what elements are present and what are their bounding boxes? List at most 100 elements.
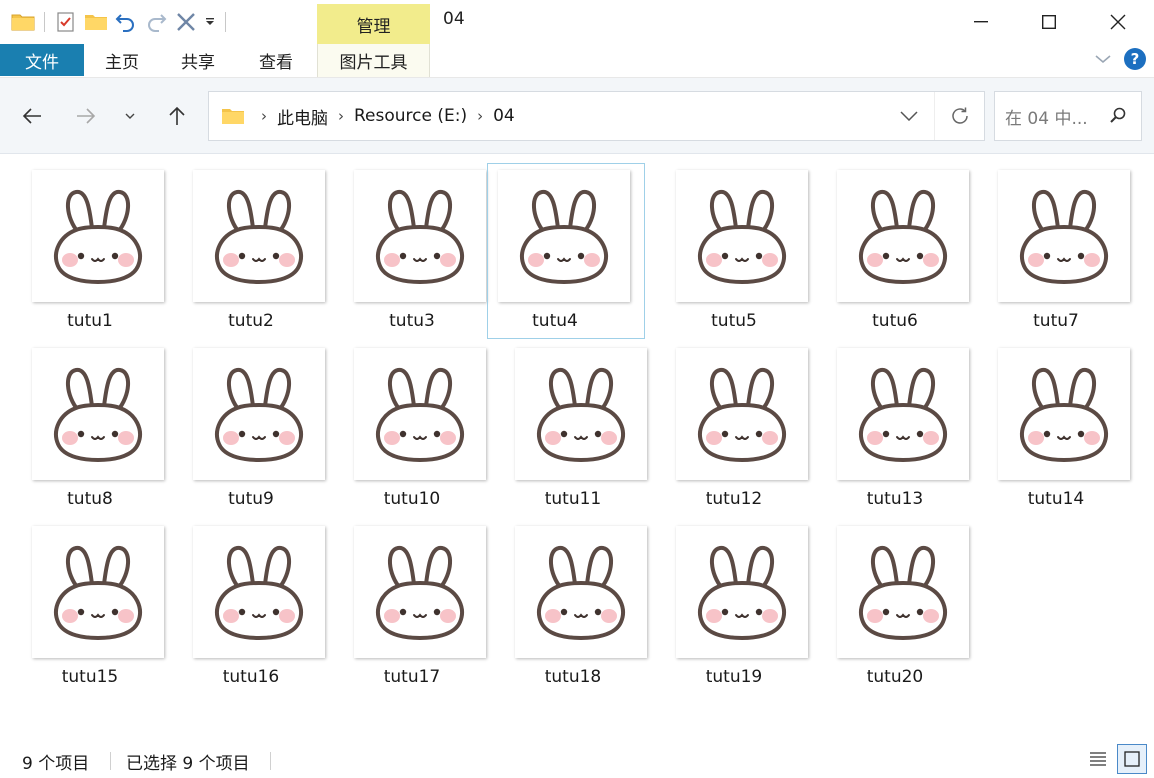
navigation-bar: › 此电脑 › Resource (E:) › 04 在 04 中... [0,78,1154,154]
file-item[interactable]: tutu12 [649,333,808,509]
details-view-button[interactable] [1083,744,1113,774]
refresh-button[interactable] [934,92,984,140]
breadcrumb-this-pc[interactable]: 此电脑 [277,104,328,129]
tab-home[interactable]: 主页 [89,44,155,77]
search-box[interactable]: 在 04 中... [994,91,1142,141]
bunny-image [215,190,303,284]
bunny-image [1020,190,1108,284]
file-item[interactable]: tutu9 [166,333,325,509]
address-controls [884,92,984,140]
file-name: tutu5 [711,311,757,331]
file-item[interactable]: tutu18 [488,511,647,687]
bunny-image [859,190,947,284]
search-icon[interactable] [1109,106,1127,124]
bunny-image [1020,368,1108,462]
image-thumbnail [498,170,630,302]
quick-access-toolbar [8,6,232,38]
properties-icon[interactable] [51,7,81,37]
file-name: tutu16 [222,667,280,687]
expand-ribbon-icon[interactable] [1094,53,1112,65]
breadcrumb-resource-drive[interactable]: Resource (E:) [354,106,467,126]
file-item[interactable]: tutu4 [487,163,645,339]
up-button[interactable] [161,100,193,132]
item-count: 9 个项目 [22,754,90,774]
undo-icon[interactable] [111,7,141,37]
file-name: tutu11 [544,489,602,509]
tab-view[interactable]: 查看 [243,44,309,77]
file-grid: tutu1 tutu2 tutu3 tutu4 tutu5 tutu6 tutu… [0,155,1154,735]
file-item[interactable]: tutu19 [649,511,808,687]
file-item[interactable]: tutu5 [649,155,808,331]
large-icons-view-button[interactable] [1117,744,1147,774]
tab-picture-tools[interactable]: 图片工具 [317,44,430,77]
tab-manage[interactable]: 管理 [317,4,430,44]
file-item[interactable]: tutu6 [810,155,969,331]
image-thumbnail [998,170,1130,302]
window-title: 04 [443,9,465,29]
file-item[interactable]: tutu13 [810,333,969,509]
new-folder-icon[interactable] [81,7,111,37]
file-item[interactable]: tutu8 [5,333,164,509]
file-item[interactable]: tutu2 [166,155,325,331]
image-thumbnail [515,348,647,480]
address-history-button[interactable] [884,92,934,140]
file-name: tutu6 [872,311,918,331]
bunny-image [520,190,608,284]
file-item[interactable]: tutu17 [327,511,486,687]
bunny-image [698,190,786,284]
bunny-image [537,546,625,640]
minimize-button[interactable] [953,0,1009,44]
folder-icon[interactable] [8,7,38,37]
file-item[interactable]: tutu20 [810,511,969,687]
tab-file[interactable]: 文件 [0,44,84,76]
image-thumbnail [676,348,808,480]
minimize-icon [974,21,988,23]
address-bar[interactable]: › 此电脑 › Resource (E:) › 04 [208,91,985,141]
file-item[interactable]: tutu14 [971,333,1130,509]
file-item[interactable]: tutu15 [5,511,164,687]
file-item[interactable]: tutu11 [488,333,647,509]
file-item[interactable]: tutu16 [166,511,325,687]
file-name: tutu12 [705,489,763,509]
image-thumbnail [193,526,325,658]
bunny-image [376,190,464,284]
arrow-right-icon [77,108,96,124]
breadcrumb-separator: › [477,107,484,125]
image-thumbnail [354,170,486,302]
file-name: tutu9 [228,489,274,509]
image-thumbnail [837,348,969,480]
help-icon[interactable]: ? [1124,48,1146,70]
breadcrumb-current-folder[interactable]: 04 [493,106,515,126]
file-item[interactable]: tutu10 [327,333,486,509]
selected-count: 已选择 9 个项目 [126,754,250,774]
delete-icon[interactable] [171,7,201,37]
maximize-icon [1042,15,1056,29]
file-item[interactable]: tutu3 [327,155,486,331]
file-name: tutu8 [67,489,113,509]
tab-share[interactable]: 共享 [165,44,231,77]
toolbar-divider [225,12,226,32]
forward-button[interactable] [70,100,102,132]
ribbon-tab-bar: 文件 主页 共享 查看 图片工具 ? [0,44,1154,78]
bunny-image [215,368,303,462]
file-item[interactable]: tutu1 [5,155,164,331]
file-explorer-window: 管理 04 文件 主页 共享 查看 图片工具 ? › 此电脑 › Resourc… [0,0,1154,778]
file-name: tutu4 [532,311,578,331]
image-thumbnail [193,170,325,302]
close-button[interactable] [1090,0,1146,44]
customize-toolbar-icon[interactable] [201,7,219,37]
bunny-image [54,546,142,640]
bunny-image [376,546,464,640]
arrow-up-icon [169,106,185,125]
back-button[interactable] [16,100,48,132]
status-bar: 9 个项目 已选择 9 个项目 [0,740,1154,778]
breadcrumb-separator: › [261,107,267,125]
file-item[interactable]: tutu7 [971,155,1130,331]
image-thumbnail [676,526,808,658]
image-thumbnail [193,348,325,480]
redo-icon[interactable] [141,7,171,37]
close-icon [1110,14,1126,30]
recent-locations-button[interactable] [114,100,146,132]
large-icons-view-icon [1124,751,1140,767]
maximize-button[interactable] [1021,0,1077,44]
